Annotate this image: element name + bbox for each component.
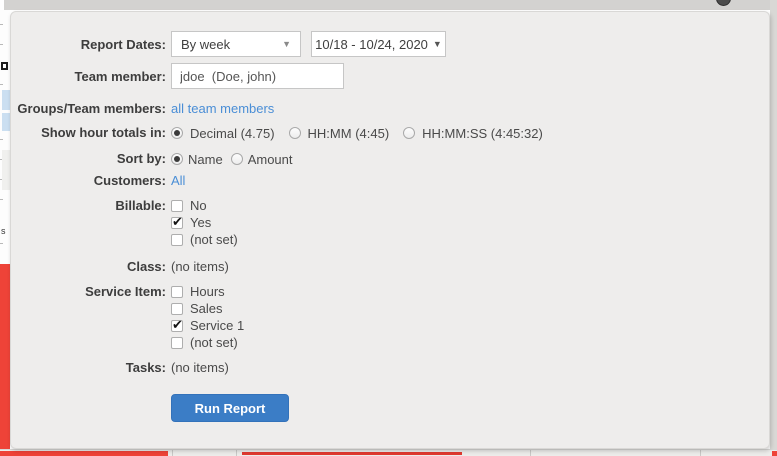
checkbox-service-1[interactable] [171,317,183,333]
chevron-down-icon: ▼ [432,39,442,49]
background-table-band [0,449,777,456]
tasks-label: Tasks: [125,360,166,375]
all-team-members-link[interactable]: all team members [171,101,274,117]
service-item-option[interactable]: (not set) [171,334,238,351]
hour-totals-row: Show hour totals in: Decimal (4.75) HH:M… [11,125,769,141]
option-label: Hours [190,284,225,299]
run-report-button[interactable]: Run Report [171,394,289,422]
date-range-select[interactable]: 10/18 - 10/24, 2020 ▼ [311,31,446,57]
sort-option[interactable]: Name [171,151,223,167]
service-item-label: Service Item: [85,284,166,299]
sort-by-row: Sort by: Name Amount [11,151,769,167]
class-row: Class: (no items) [11,259,769,275]
billable-label: Billable: [115,198,166,213]
billable-row: Billable: No Yes (not set) [11,197,769,248]
option-label: (not set) [190,232,238,247]
option-label: Name [188,151,223,167]
background-selection-fragment [2,113,10,131]
billable-option[interactable]: (not set) [171,231,238,248]
row-divider-fragment [0,243,3,244]
hour-format-option[interactable]: Decimal (4.75) [171,125,275,141]
radio-hhmmss[interactable] [403,127,416,139]
chevron-down-icon: ▼ [282,39,291,49]
cell-border-fragment [236,450,237,456]
background-text-fragment: s [1,226,6,236]
checkbox-service-notset[interactable] [171,336,183,349]
row-divider-fragment [0,24,3,25]
groups-label: Groups/Team members: [17,101,166,116]
cell-border-fragment [172,450,173,456]
customers-label: Customers: [93,173,166,188]
sort-by-label: Sort by: [116,151,166,166]
option-label: Decimal (4.75) [190,125,275,141]
cell-border-fragment [530,450,531,456]
class-value: (no items) [171,259,229,274]
groups-row: Groups/Team members: all team members [11,101,769,117]
report-dates-row: Report Dates: By week ▼ 10/18 - 10/24, 2… [11,31,769,57]
row-divider-fragment [0,44,3,45]
option-label: Yes [190,215,212,230]
report-options-dialog: Report Dates: By week ▼ 10/18 - 10/24, 2… [10,11,770,449]
radio-decimal[interactable] [171,127,183,139]
option-label: No [190,198,207,213]
report-period-value: By week [181,36,231,52]
team-member-label: Team member: [74,69,166,84]
option-label: Amount [247,151,293,167]
option-label: (not set) [190,335,238,350]
row-divider-fragment [0,84,3,85]
row-divider-fragment [0,139,3,140]
hour-format-option[interactable]: HH:MM (4:45) [288,125,390,141]
checkbox-hours[interactable] [171,285,183,298]
tasks-value: (no items) [171,360,229,375]
team-member-input[interactable] [171,63,344,89]
background-toolbar-fragment [4,0,777,10]
cell-border-fragment [700,450,701,456]
background-selection-fragment [2,90,10,110]
tasks-row: Tasks: (no items) [11,360,769,376]
button-row: Run Report [11,394,769,422]
option-label: HH:MM (4:45) [307,125,390,141]
checkbox-billable-no[interactable] [171,199,183,212]
background-shading-fragment [2,150,10,190]
customers-row: Customers: All [11,173,769,189]
service-item-option[interactable]: Sales [171,300,223,317]
billable-option[interactable]: Yes [171,214,211,231]
option-label: Sales [190,301,223,316]
background-red-cell [0,451,168,456]
hour-totals-label: Show hour totals in: [41,125,166,140]
background-red-bar [242,452,462,455]
date-range-value: 10/18 - 10/24, 2020 [315,36,428,52]
row-divider-fragment [0,199,3,200]
background-alert-bar [0,264,10,452]
report-dates-label: Report Dates: [80,37,166,52]
team-member-row: Team member: [11,63,769,89]
background-checkbox-fragment [1,62,8,70]
class-label: Class: [126,259,166,274]
customers-all-link[interactable]: All [171,173,185,189]
service-item-row: Service Item: Hours Sales Service 1 (not… [11,283,769,351]
service-item-option[interactable]: Service 1 [171,317,244,334]
checkbox-billable-notset[interactable] [171,233,183,246]
billable-option[interactable]: No [171,197,207,214]
checkbox-sales[interactable] [171,302,183,315]
background-right-margin [770,0,777,456]
sort-option[interactable]: Amount [230,151,293,167]
option-label: HH:MM:SS (4:45:32) [422,125,543,141]
report-period-select[interactable]: By week ▼ [171,31,301,57]
radio-hhmm[interactable] [288,127,301,139]
band-top-border [0,449,777,450]
option-label: Service 1 [190,318,245,333]
radio-sort-amount[interactable] [230,153,243,165]
background-red-cell [772,451,777,456]
checkbox-billable-yes[interactable] [171,214,183,230]
hour-format-option[interactable]: HH:MM:SS (4:45:32) [403,125,543,141]
service-item-option[interactable]: Hours [171,283,225,300]
radio-sort-name[interactable] [171,153,183,165]
